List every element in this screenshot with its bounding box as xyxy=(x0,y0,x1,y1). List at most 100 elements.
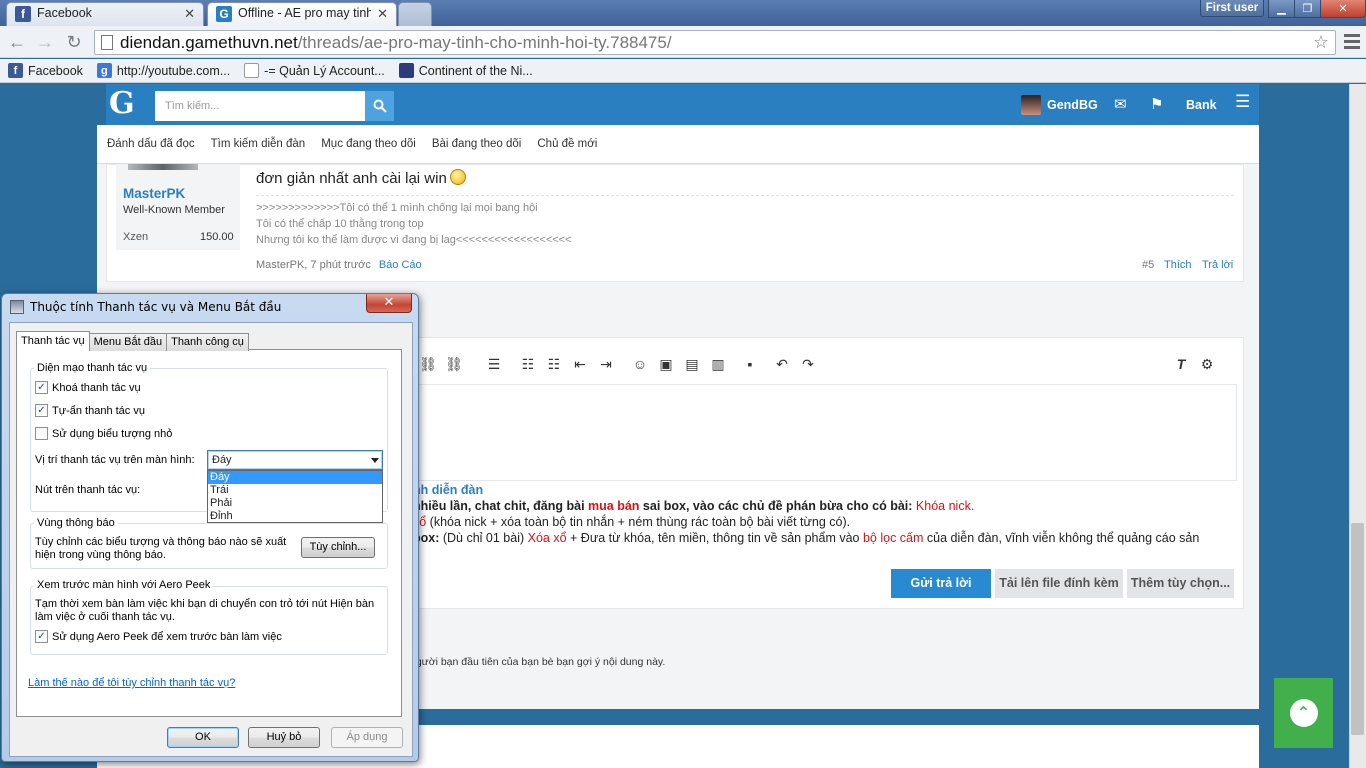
toggle-bbcode-icon[interactable]: ⚙ xyxy=(1194,356,1220,373)
tab-toolbars[interactable]: Thanh công cụ xyxy=(166,333,249,351)
subnav-new-threads[interactable]: Chủ đề mới xyxy=(537,138,597,150)
rule-text: (khóa nick + xóa toàn bộ tin nhắn + ném … xyxy=(426,515,851,529)
chrome-menu-icon[interactable] xyxy=(1344,34,1360,50)
rule-highlight: mua bán xyxy=(588,499,640,513)
checkbox-label: Sử dụng Aero Peek để xem trước bàn làm v… xyxy=(52,630,282,643)
reply-textarea[interactable] xyxy=(415,384,1237,481)
ok-button[interactable]: OK xyxy=(167,727,239,748)
image-icon[interactable]: ▣ xyxy=(653,356,679,373)
option-right[interactable]: Phải xyxy=(208,497,382,510)
subnav-search-forums[interactable]: Tìm kiếm diễn đàn xyxy=(211,138,306,150)
alerts-flag-icon[interactable]: ⚑ xyxy=(1150,95,1163,113)
align-icon[interactable]: ☰ xyxy=(481,356,507,373)
game-icon xyxy=(398,63,414,78)
bookmark-youtube[interactable]: g http://youtube.com... xyxy=(96,63,230,78)
minimize-button[interactable]: ▁ xyxy=(1268,0,1295,18)
apply-button[interactable]: Áp dụng xyxy=(331,727,403,748)
bookmark-star-icon[interactable]: ☆ xyxy=(1313,31,1329,54)
dialog-close-button[interactable]: ✕ xyxy=(366,294,412,313)
submit-reply-button[interactable]: Gửi trả lời xyxy=(891,569,991,598)
reply-link[interactable]: Trả lời xyxy=(1202,259,1233,271)
option-left[interactable]: Trái xyxy=(208,484,382,497)
stat-label: Xzen xyxy=(123,231,149,243)
bookmark-facebook[interactable]: f Facebook xyxy=(8,63,83,78)
search-input[interactable]: Tìm kiếm... xyxy=(155,91,365,121)
close-icon[interactable]: ✕ xyxy=(184,6,195,22)
cancel-button[interactable]: Huỷ bỏ xyxy=(248,727,320,748)
autohide-checkbox[interactable]: ✓ Tự-ẩn thanh tác vụ xyxy=(35,404,145,417)
rule-highlight: bộ lọc cấm xyxy=(862,531,924,545)
checkbox-box xyxy=(35,427,48,440)
profile-button[interactable]: First user xyxy=(1200,0,1264,17)
clear-format-icon[interactable]: T xyxy=(1168,356,1194,372)
address-bar[interactable]: diendan.gamethuvn.net/threads/ae-pro-may… xyxy=(94,30,1336,55)
rule-line-1: nhiều lần, chat chit, đăng bài mua bán s… xyxy=(413,499,974,513)
aero-peek-checkbox[interactable]: ✓ Sử dụng Aero Peek để xem trước bàn làm … xyxy=(35,630,282,643)
position-select[interactable]: Đáy xyxy=(207,450,383,470)
rule-text: sai box, vào các chủ đề phán bừa cho có … xyxy=(639,499,916,513)
tab-strip xyxy=(0,0,1366,26)
facebook-icon: f xyxy=(15,6,31,22)
option-top[interactable]: Đỉnh xyxy=(208,510,382,523)
report-link[interactable]: Báo Cáo xyxy=(379,259,422,271)
group-label: Diện mạo thanh tác vụ xyxy=(34,362,151,374)
scrollbar-thumb[interactable] xyxy=(1351,523,1364,735)
tab-start-menu[interactable]: Menu Bắt đầu xyxy=(88,333,168,351)
author-title: Well-Known Member xyxy=(123,204,225,216)
quote-icon[interactable]: ▥ xyxy=(705,356,731,373)
inbox-icon[interactable]: ✉ xyxy=(1114,95,1127,113)
undo-icon[interactable]: ↶ xyxy=(769,356,795,373)
bookmark-continent[interactable]: Continent of the Ni... xyxy=(398,63,533,78)
upload-attachment-button[interactable]: Tải lên file đính kèm xyxy=(995,569,1123,598)
hamburger-menu-icon[interactable]: ☰ xyxy=(1235,92,1250,112)
subnav-watched-forums[interactable]: Mục đang theo dõi xyxy=(321,138,416,150)
unlink-icon[interactable]: ⛓ xyxy=(441,356,467,373)
bank-link[interactable]: Bank xyxy=(1186,91,1217,119)
reload-icon[interactable]: ↻ xyxy=(63,32,85,54)
taskbar-icon xyxy=(10,300,24,314)
divider xyxy=(256,195,1234,196)
rule-highlight: Xóa xổ xyxy=(527,531,567,545)
small-icons-checkbox[interactable]: Sử dụng biểu tượng nhỏ xyxy=(35,427,172,440)
save-draft-icon[interactable]: ▪ xyxy=(737,356,763,372)
help-link[interactable]: Làm thế nào để tôi tùy chỉnh thanh tác v… xyxy=(28,677,235,689)
bookmark-label: Continent of the Ni... xyxy=(418,63,533,78)
number-list-icon[interactable]: ☷ xyxy=(541,356,567,373)
editor-toolbar: ⛓ ⛓ ☰ ☷ ☷ ⇤ ⇥ ☺ ▣ ▤ ▥ ▪ ↶ ↷ xyxy=(415,352,821,376)
search-button[interactable] xyxy=(365,91,394,121)
subnav-mark-read[interactable]: Đánh dấu đã đọc xyxy=(107,138,195,150)
bookmark-account[interactable]: -= Quản Lý Account... xyxy=(244,63,385,78)
bookmark-label: Facebook xyxy=(28,63,83,78)
outdent-icon[interactable]: ⇤ xyxy=(567,356,593,373)
user-menu[interactable]: GendBG xyxy=(1021,91,1098,119)
new-tab-button[interactable] xyxy=(398,2,432,26)
lock-taskbar-checkbox[interactable]: ✓ Khoá thanh tác vụ xyxy=(35,381,141,394)
customize-button[interactable]: Tùy chỉnh... xyxy=(301,537,375,558)
indent-icon[interactable]: ⇥ xyxy=(593,356,619,373)
dialog-tabs: Thanh tác vụ Menu Bắt đầu Thanh công cụ xyxy=(16,331,249,351)
signature-line: >>>>>>>>>>>>>Tôi có thể 1 mình chống lại… xyxy=(256,202,538,214)
media-icon[interactable]: ▤ xyxy=(679,356,705,373)
option-bottom[interactable]: Đáy xyxy=(208,471,382,484)
tab-facebook[interactable]: f Facebook ✕ xyxy=(6,2,204,26)
forward-icon[interactable]: → xyxy=(34,32,56,54)
redo-icon[interactable]: ↷ xyxy=(795,356,821,373)
back-icon[interactable]: ← xyxy=(6,32,28,54)
scroll-to-top-button[interactable]: ⌃ xyxy=(1274,678,1333,748)
more-options-button[interactable]: Thêm tùy chọn... xyxy=(1127,569,1234,598)
peek-description: làm việc ở cuối thanh tác vụ. xyxy=(35,611,175,623)
tab-gamethu[interactable]: G Offline - AE pro may tinh c ✕ xyxy=(207,2,397,26)
subnav-watched-threads[interactable]: Bài đang theo dõi xyxy=(432,138,522,150)
like-link[interactable]: Thích xyxy=(1164,259,1192,271)
maximize-button[interactable]: ❐ xyxy=(1294,0,1321,18)
avatar[interactable] xyxy=(128,164,198,170)
post-author[interactable]: MasterPK xyxy=(123,186,185,201)
close-window-button[interactable]: ✕ xyxy=(1320,0,1366,18)
post-number[interactable]: #5 xyxy=(1142,259,1154,271)
site-logo[interactable]: G xyxy=(109,87,139,121)
tab-taskbar[interactable]: Thanh tác vụ xyxy=(16,331,90,351)
position-dropdown-list: Đáy Trái Phải Đỉnh xyxy=(207,470,383,523)
bullet-list-icon[interactable]: ☷ xyxy=(515,356,541,373)
close-icon[interactable]: ✕ xyxy=(377,6,388,22)
smiley-icon[interactable]: ☺ xyxy=(627,356,653,372)
